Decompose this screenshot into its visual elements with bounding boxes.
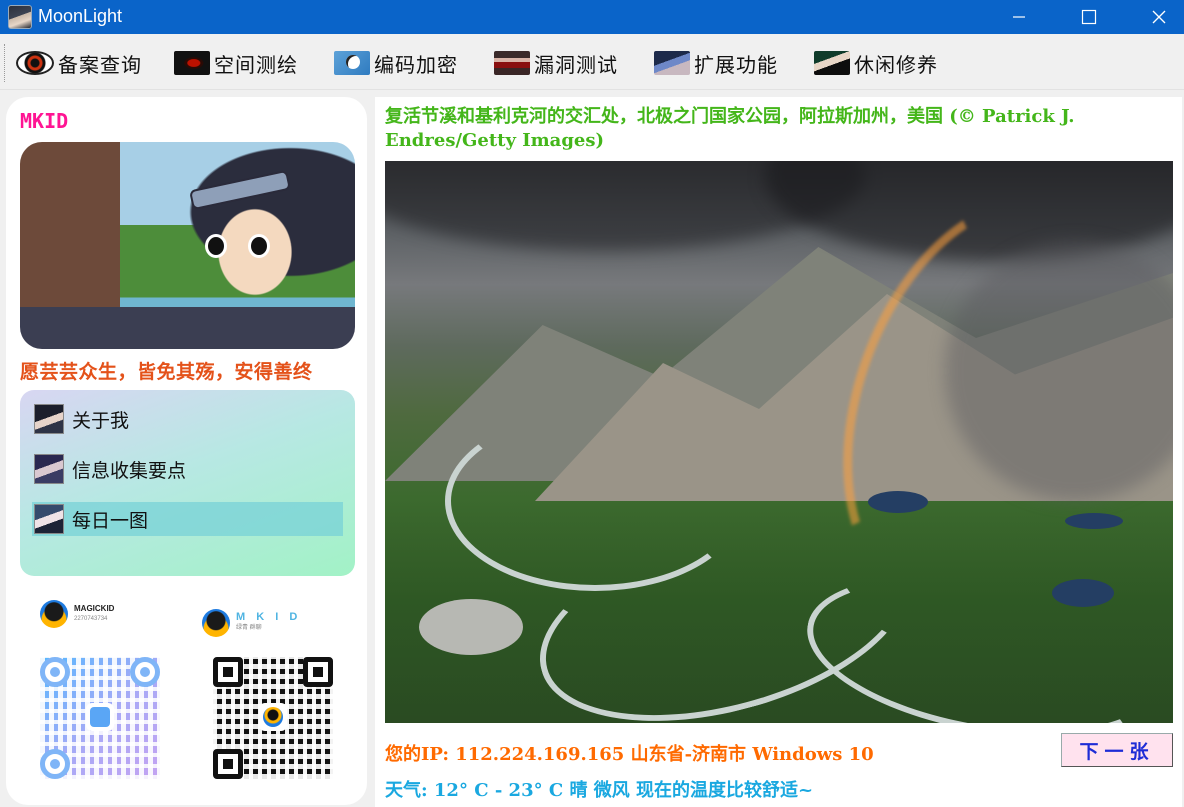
anime-girl-dark-icon [814, 51, 850, 75]
qq-contact-card[interactable]: MAGICKID 2270743734 [40, 594, 114, 634]
group-qr-code [213, 657, 333, 779]
menu-item-leisure[interactable]: 休闲修养 [814, 49, 938, 77]
menu-item-vuln-test[interactable]: 漏洞测试 [494, 49, 618, 77]
qr-finder [130, 657, 160, 687]
anime-girl-icon [654, 51, 690, 75]
close-icon [1152, 10, 1166, 24]
qr-finder [213, 749, 243, 779]
qq-name: MAGICKID [74, 604, 115, 613]
lake-shape [1065, 513, 1123, 529]
image-caption: 复活节溪和基利克河的交汇处，北极之门国家公园，阿拉斯加州，美国 (© Patri… [385, 106, 1075, 151]
qr-finder [303, 657, 333, 687]
eye-closeup-icon [494, 51, 530, 75]
nav-item-label: 信息收集要点 [72, 459, 187, 482]
menu-item-label: 编码加密 [374, 52, 458, 77]
qr-finder [213, 657, 243, 687]
nav-item-info-gathering[interactable]: 信息收集要点 [32, 452, 343, 486]
eye-shape [205, 234, 227, 258]
qq-penguin-icon [40, 600, 68, 628]
qq-number: 2270743734 [74, 616, 108, 622]
nav-item-daily-image[interactable]: 每日一图 [32, 502, 343, 536]
qq-group-card[interactable]: M K I D 绿青 群聊 [202, 603, 301, 643]
menu-item-label: 漏洞测试 [534, 52, 618, 77]
window-title: MoonLight [38, 6, 123, 26]
menu-item-label: 空间测绘 [214, 52, 298, 77]
qr-finder [40, 657, 70, 687]
red-eye-icon [174, 51, 210, 75]
maximize-icon [1081, 9, 1097, 25]
nav-menu: 关于我 信息收集要点 每日一图 [20, 390, 355, 576]
qq-penguin-icon [202, 609, 230, 637]
weather-info: 天气: 12° C - 23° C 晴 微风 现在的温度比较舒适~ [385, 780, 814, 801]
avatar-icon [34, 404, 64, 434]
toolbar-grip[interactable] [4, 44, 6, 82]
profile-panel: MKID 愿芸芸众生，皆免其殇，安得善终 关于我 信息收集要点 每日一图 MAG… [6, 97, 367, 805]
menu-item-record-query[interactable]: 备案查询 [16, 49, 142, 77]
sharingan-eye-icon [16, 51, 54, 75]
daily-landscape-photo [385, 161, 1173, 723]
close-button[interactable] [1136, 0, 1182, 34]
menu-item-label: 休闲修养 [854, 52, 938, 77]
gravel-bar-shape [419, 599, 523, 655]
lake-shape [868, 491, 928, 513]
headband-shape [189, 169, 291, 211]
qq-logo-icon [86, 703, 114, 731]
menu-item-extensions[interactable]: 扩展功能 [654, 49, 778, 77]
motto-text: 愿芸芸众生，皆免其殇，安得善终 [20, 361, 313, 383]
panda-icon [334, 51, 370, 75]
eye-shape [248, 234, 270, 258]
qq-qr-code [40, 657, 160, 779]
menu-item-space-mapping[interactable]: 空间测绘 [174, 49, 298, 77]
title-bar: MoonLight [0, 0, 1184, 34]
qq-logo-icon [259, 703, 287, 731]
group-subtitle: 绿青 群聊 [236, 625, 262, 631]
avatar-icon [34, 454, 64, 484]
nav-item-label: 关于我 [72, 409, 130, 432]
group-name: M K I D [236, 611, 302, 623]
avatar-icon [34, 504, 64, 534]
menu-item-label: 备案查询 [58, 52, 142, 77]
minimize-button[interactable] [996, 0, 1042, 34]
menu-item-label: 扩展功能 [694, 52, 778, 77]
nickname: MKID [20, 109, 69, 133]
nav-item-about[interactable]: 关于我 [32, 402, 343, 436]
nav-item-label: 每日一图 [72, 509, 149, 532]
profile-banner-image [20, 142, 355, 349]
maximize-button[interactable] [1066, 0, 1112, 34]
qr-finder [40, 749, 70, 779]
lake-shape [1052, 579, 1114, 607]
next-image-button[interactable]: 下一张 [1061, 733, 1173, 767]
menu-bar: 备案查询 空间测绘 编码加密 漏洞测试 扩展功能 休闲修养 [0, 36, 1184, 90]
daily-image-panel: 复活节溪和基利克河的交汇处，北极之门国家公园，阿拉斯加州，美国 (© Patri… [375, 97, 1182, 807]
app-logo-icon [8, 5, 32, 29]
menu-item-encoding[interactable]: 编码加密 [334, 49, 458, 77]
minimize-icon [1013, 16, 1025, 18]
ip-info: 您的IP: 112.224.169.165 山东省-济南市 Windows 10 [385, 744, 874, 765]
